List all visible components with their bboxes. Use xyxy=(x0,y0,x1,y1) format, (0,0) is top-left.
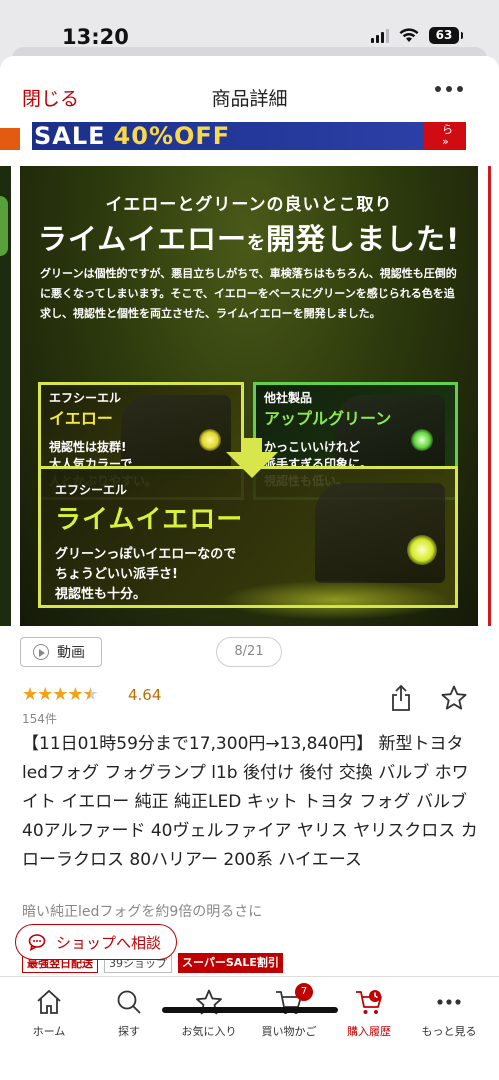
slide-body-text: グリーンは個性的ですが、悪目立ちしがちで、車検落ちはもちろん、視認性も圧倒的に悪… xyxy=(40,267,457,320)
banner-prev-edge xyxy=(0,128,20,150)
tab-purchase-history[interactable]: 購入履歴 xyxy=(329,987,409,1039)
share-icon[interactable] xyxy=(390,684,412,712)
more-icon xyxy=(437,999,461,1005)
down-arrow-icon xyxy=(226,452,278,478)
page-title: 商品詳細 xyxy=(211,88,288,110)
car-image xyxy=(315,483,445,583)
tab-search[interactable]: 探す xyxy=(89,987,169,1039)
status-time: 13:20 xyxy=(62,25,129,49)
rating-stars[interactable]: ★★★★★ xyxy=(22,684,99,705)
video-label: 動画 xyxy=(57,645,85,661)
review-count[interactable]: 154件 xyxy=(22,710,57,727)
tab-more[interactable]: もっと見る xyxy=(409,987,489,1039)
slide-title: ライムイエローを開発しました! xyxy=(20,216,478,258)
tab-favorites[interactable]: お気に入り xyxy=(169,987,249,1039)
sale-banner-main[interactable]: SALE 40%OFF xyxy=(32,122,424,150)
tab-cart[interactable]: 7 買い物かご xyxy=(249,983,329,1039)
tab-cart-label: 買い物かご xyxy=(261,1025,317,1038)
tab-purchase-history-label: 購入履歴 xyxy=(347,1025,391,1038)
slide-title-particle: を xyxy=(246,233,266,254)
status-icons: 63 xyxy=(371,27,463,44)
shop-consult-button[interactable]: ショップへ相談 xyxy=(15,924,177,960)
purchase-history-icon xyxy=(356,990,382,1014)
slide-title-end: 開発しました! xyxy=(265,222,461,256)
fog-light-lime xyxy=(407,535,437,565)
more-options-button[interactable] xyxy=(435,86,463,92)
signal-icon xyxy=(371,28,389,43)
tab-more-label: もっと見る xyxy=(421,1025,477,1038)
slide-title-main: ライムイエロー xyxy=(37,222,247,256)
carousel-slide[interactable]: イエローとグリーンの良いとこ取り ライムイエローを開発しました! グリーンは個性… xyxy=(20,166,478,626)
box-label: 他社製品 xyxy=(264,391,313,405)
box-name: イエロー xyxy=(49,409,113,428)
fog-light-yellow xyxy=(199,429,221,451)
carousel-prev-peek[interactable] xyxy=(0,166,11,626)
light-glow xyxy=(220,580,450,620)
home-icon xyxy=(37,989,61,1014)
bottom-tab-bar: ホーム 探す お気に入り 7 買い物かご 購入履歴 もっと見る xyxy=(0,976,499,1080)
tab-home-label: ホーム xyxy=(32,1025,66,1038)
product-detail-sheet: 閉じる 商品詳細 SALE 40%OFF ら » イエローとグリーンの良いとこ取り… xyxy=(0,56,499,1080)
sale-banner-link[interactable]: ら » xyxy=(424,122,466,150)
rating-row: ★★★★★ 4.64 154件 xyxy=(22,682,482,732)
search-icon xyxy=(117,990,141,1014)
chat-icon xyxy=(28,934,46,951)
sale-banner[interactable]: SALE 40%OFF ら » xyxy=(0,122,499,152)
video-button[interactable]: 動画 xyxy=(20,637,102,667)
fog-light-green xyxy=(411,429,433,451)
box-label: エフシーエル xyxy=(49,391,122,405)
tab-search-label: 探す xyxy=(118,1025,140,1038)
box-label: エフシーエル xyxy=(55,483,128,497)
media-row: 動画 8/21 xyxy=(0,637,499,669)
tab-home[interactable]: ホーム xyxy=(9,987,89,1039)
cart-count-badge: 7 xyxy=(295,983,313,1001)
header: 閉じる 商品詳細 xyxy=(0,56,499,126)
tab-favorites-label: お気に入り xyxy=(181,1025,237,1038)
rating-value[interactable]: 4.64 xyxy=(128,686,161,704)
play-icon xyxy=(33,644,49,660)
box-name: ライムイエロー xyxy=(55,505,244,535)
favorite-star-icon[interactable] xyxy=(440,684,468,712)
badge-super-sale: スーパーSALE割引 xyxy=(178,953,283,973)
image-page-counter: 8/21 xyxy=(216,637,282,667)
image-carousel[interactable]: イエローとグリーンの良いとこ取り ライムイエローを開発しました! グリーンは個性… xyxy=(0,166,499,626)
sale-text: SALE xyxy=(34,122,106,150)
wifi-icon xyxy=(399,28,419,42)
product-title: 【11日01時59分まで17,300円→13,840円】 新型トヨタ ledフォ… xyxy=(22,734,478,870)
shop-consult-label: ショップへ相談 xyxy=(56,933,162,952)
box-desc: グリーンっぽいイエローなので ちょうどいい派手さ! 視認性も十分。 xyxy=(55,547,237,602)
battery-icon: 63 xyxy=(429,27,463,44)
sale-discount-text: 40%OFF xyxy=(113,122,231,150)
carousel-next-peek[interactable] xyxy=(488,166,499,626)
home-indicator xyxy=(162,1007,338,1013)
slide-heading: イエローとグリーンの良いとこ取り xyxy=(105,195,393,215)
box-name: アップルグリーン xyxy=(264,409,392,428)
product-subtitle: 暗い純正ledフォグを約9倍の明るさに xyxy=(22,904,263,920)
